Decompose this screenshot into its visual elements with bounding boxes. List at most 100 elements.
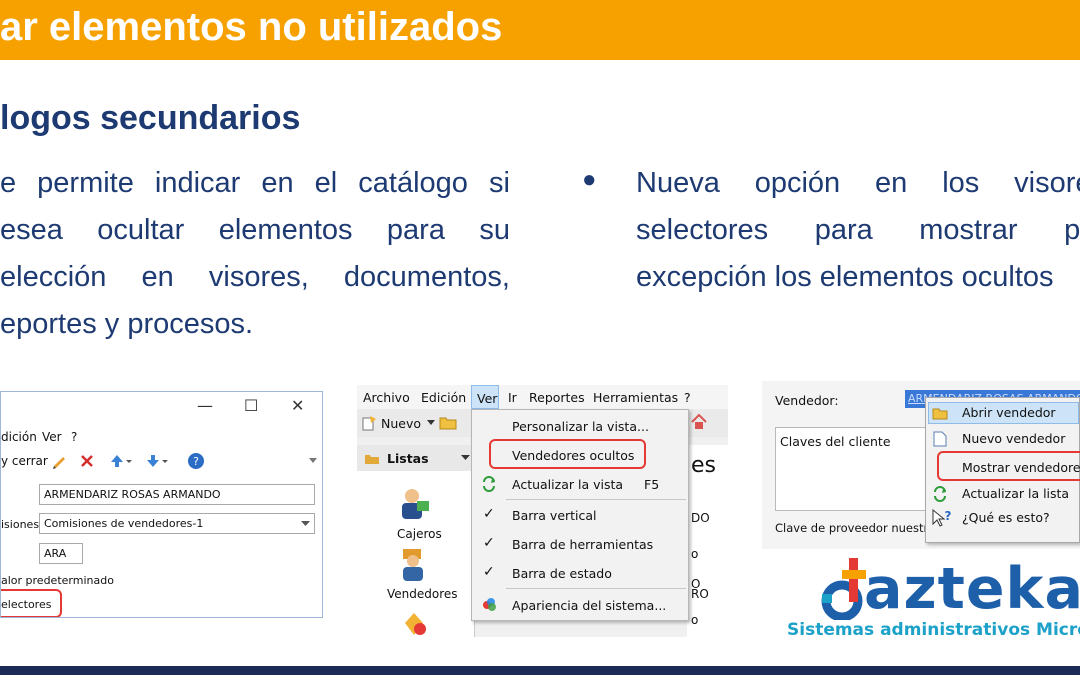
highlight-box	[937, 451, 1080, 481]
sidebar-header[interactable]: Listas	[357, 445, 475, 471]
list-folder-icon	[365, 455, 379, 464]
chevron-down-icon[interactable]	[309, 458, 317, 464]
menu-separator	[506, 499, 686, 500]
menu-item-actualizar[interactable]: Actualizar la vista	[512, 477, 623, 492]
dazteka-logo: dazteka Sistemas administrativos Microsi…	[787, 556, 1080, 646]
menu-item-personalizar[interactable]: Personalizar la vista...	[512, 419, 649, 434]
highlight-box	[1, 589, 62, 617]
screenshot-ver-menu: Archivo Edición Ver Ir Reportes Herramie…	[357, 385, 728, 637]
slide-subtitle: logos secundarios	[0, 99, 301, 137]
list-area: es DO o O RO o	[687, 445, 728, 637]
list-fragment: o	[691, 547, 699, 561]
default-value-label: alor predeterminado	[1, 574, 114, 587]
sidebar-header-label: Listas	[387, 451, 429, 466]
context-item-que-es[interactable]: ¿Qué es esto?	[962, 510, 1050, 525]
home-icon[interactable]	[690, 413, 708, 431]
word: permite	[37, 167, 134, 199]
logo-mark-icon	[821, 558, 866, 620]
word: excepción los elementos ocultos	[636, 261, 1054, 293]
list-fragment: DO	[691, 511, 710, 525]
left-line-1: e permite indicar en el catálogo si	[0, 160, 510, 207]
maximize-button[interactable]: ☐	[244, 396, 258, 415]
menu-item-apariencia[interactable]: Apariencia del sistema...	[512, 598, 666, 613]
refresh-icon	[483, 476, 495, 492]
menu-archivo[interactable]: Archivo	[363, 390, 410, 405]
word: elementos	[218, 214, 353, 246]
menu-edicion[interactable]: Edición	[421, 390, 466, 405]
new-document-icon	[933, 431, 947, 447]
item-icon	[405, 613, 426, 635]
logo-word-text: dazteka	[864, 556, 1080, 622]
client-keys-label: Claves del cliente	[780, 434, 891, 449]
menu-item-barra-vertical[interactable]: Barra vertical	[512, 508, 597, 523]
word: esea	[0, 214, 63, 246]
move-down-icon[interactable]	[145, 453, 169, 469]
context-item-nuevo[interactable]: Nuevo vendedor	[962, 431, 1065, 446]
commission-value: Comisiones de vendedores-1	[44, 517, 204, 530]
word: los	[942, 167, 980, 199]
context-item-abrir[interactable]: Abrir vendedor	[962, 405, 1056, 420]
word: catálogo	[358, 167, 468, 199]
logo-wordmark: dazteka	[864, 556, 1080, 622]
word: en	[141, 261, 174, 293]
menu-edicion[interactable]: dición	[1, 430, 37, 444]
folder-open-icon	[932, 408, 948, 420]
close-button[interactable]: ✕	[291, 396, 304, 415]
appearance-icon	[483, 598, 496, 611]
title-bar: ar elementos no utilizados	[0, 0, 1080, 60]
word: visores,	[208, 261, 309, 293]
word: visores	[1014, 167, 1080, 199]
chevron-down-icon[interactable]	[427, 420, 435, 426]
word: el	[314, 167, 338, 199]
bullet-point: ●	[582, 166, 597, 193]
save-close-button[interactable]: y cerrar	[1, 454, 48, 468]
word: para	[814, 214, 873, 246]
menu-help[interactable]: ?	[684, 390, 691, 405]
name-field[interactable]: ARMENDARIZ ROSAS ARMANDO	[39, 484, 315, 505]
word: documentos,	[343, 261, 510, 293]
menu-item-barra-herramientas[interactable]: Barra de herramientas	[512, 537, 653, 552]
menu-ir[interactable]: Ir	[508, 390, 517, 405]
new-button[interactable]: Nuevo	[381, 416, 421, 431]
word: indicar	[154, 167, 241, 199]
menu-ver[interactable]: Ver	[471, 385, 499, 409]
list-fragment: o	[691, 613, 699, 627]
slide-title: ar elementos no utilizados	[0, 5, 503, 49]
help-cursor-icon: ?	[932, 508, 952, 527]
menu-herramientas[interactable]: Herramientas	[593, 390, 678, 405]
code-field[interactable]: ARA	[39, 543, 83, 564]
logo-tagline: Sistemas administrativos Microsip	[787, 620, 1080, 640]
left-line-3: elección en visores, documentos,	[0, 254, 510, 301]
context-item-actualizar[interactable]: Actualizar la lista	[962, 486, 1069, 501]
check-icon: ✓	[483, 535, 495, 551]
word: mostrar	[919, 214, 1018, 246]
highlight-box	[489, 439, 646, 469]
folder-icon[interactable]	[439, 414, 457, 430]
chevron-down-icon[interactable]	[461, 455, 470, 461]
menu-help[interactable]: ?	[71, 430, 77, 444]
sidebar-item-vendedores[interactable]: Vendedores	[387, 587, 458, 601]
menu-reportes[interactable]: Reportes	[529, 390, 585, 405]
menu-ver[interactable]: Ver	[42, 430, 62, 444]
check-icon: ✓	[483, 564, 495, 580]
screenshot-vendor-form: — ☐ ✕ dición Ver ? y cerrar ? ARMENDARIZ…	[0, 391, 323, 618]
help-icon[interactable]: ?	[187, 452, 205, 470]
svg-text:?: ?	[193, 455, 199, 468]
word: en	[261, 167, 294, 199]
word: eportes y procesos.	[0, 308, 254, 340]
delete-icon[interactable]	[79, 453, 95, 469]
logo-word-rest: azteka	[864, 556, 1080, 622]
move-up-icon[interactable]	[109, 453, 133, 469]
menu-item-barra-estado[interactable]: Barra de estado	[512, 566, 612, 581]
check-icon: ✓	[483, 506, 495, 522]
pencil-icon[interactable]	[51, 453, 67, 469]
new-icon	[362, 416, 376, 431]
right-line-1: Nueva opción en los visores	[636, 160, 1080, 207]
menu-bar: Archivo Edición Ver Ir Reportes Herramie…	[357, 385, 728, 409]
sidebar-item-cajeros[interactable]: Cajeros	[397, 527, 442, 541]
commission-select[interactable]: Comisiones de vendedores-1	[39, 513, 315, 534]
right-paragraph: Nueva opción en los visores selectores p…	[636, 160, 1080, 301]
minimize-button[interactable]: —	[197, 396, 213, 415]
context-menu: Abrir vendedor Nuevo vendedor Mostrar ve…	[925, 397, 1080, 543]
shortcut-f5: F5	[644, 477, 660, 492]
